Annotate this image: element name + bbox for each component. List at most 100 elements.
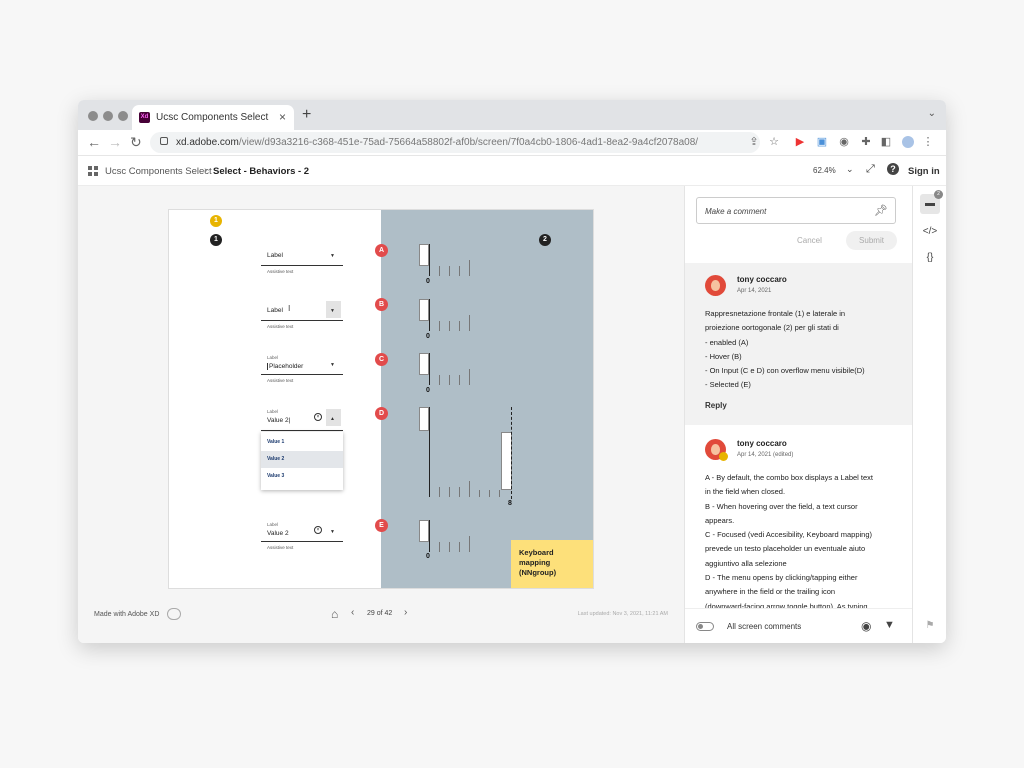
select-focused: Label Placeholder ▼ bbox=[261, 353, 343, 375]
url-host: xd.adobe.com bbox=[176, 137, 239, 148]
minimize-window-dot[interactable] bbox=[103, 111, 113, 121]
tick bbox=[459, 321, 460, 331]
tick bbox=[479, 490, 480, 497]
last-updated: Last updated: Nov 3, 2021, 11:21 AM bbox=[577, 611, 668, 617]
tick bbox=[449, 321, 450, 331]
cancel-button[interactable]: Cancel bbox=[797, 236, 822, 245]
xd-app-bar: Ucsc Components Select › Select - Behavi… bbox=[78, 157, 946, 186]
pin-icon[interactable]: 📌︎ bbox=[874, 204, 888, 217]
zoom-chevron-icon[interactable]: ⌄ bbox=[846, 164, 854, 175]
page-counter: 29 of 42 bbox=[367, 610, 393, 617]
comment-author: tony coccaro bbox=[737, 275, 787, 284]
comment-line: prevede un testo placeholder un eventual… bbox=[705, 544, 866, 554]
address-bar: ← → ↻ xd.adobe.com/view/d93a3216-c368-45… bbox=[78, 130, 946, 156]
comments-tab-icon[interactable]: ▬ 2 bbox=[920, 190, 943, 214]
tick bbox=[449, 375, 450, 385]
flag-icon[interactable]: ⚑ bbox=[920, 616, 940, 636]
camera-extension-icon[interactable]: ◉ bbox=[838, 136, 850, 148]
comment-input[interactable]: Make a comment 📌︎ bbox=[696, 197, 896, 224]
url-field[interactable]: xd.adobe.com/view/d93a3216-c368-451e-75a… bbox=[150, 132, 760, 153]
next-screen-icon[interactable]: › bbox=[404, 607, 407, 618]
grid-view-icon[interactable] bbox=[88, 166, 98, 176]
tick bbox=[439, 321, 440, 331]
menu-item-selected: Value 2 bbox=[261, 451, 343, 468]
browser-tab[interactable]: Xd Ucsc Components Select × bbox=[132, 105, 294, 130]
zoom-level[interactable]: 62.4% bbox=[813, 166, 836, 175]
select-label: Label bbox=[267, 307, 283, 314]
tick bbox=[439, 266, 440, 276]
all-screen-label: All screen comments bbox=[727, 622, 802, 631]
fullscreen-icon[interactable]: ⤢ bbox=[866, 163, 875, 176]
comment-line: (downward-facing arrow toggle button). A… bbox=[705, 601, 868, 608]
new-tab-icon[interactable]: + bbox=[302, 106, 311, 124]
submit-button[interactable]: Submit bbox=[846, 231, 897, 250]
select-selected: Label Value 2 × ▼ bbox=[261, 520, 343, 542]
breadcrumb-root[interactable]: Ucsc Components Select bbox=[105, 166, 212, 177]
dropdown-arrow-icon: ▼ bbox=[330, 529, 335, 535]
url-path: /view/d93a3216-c368-451e-75ad-75664a5880… bbox=[238, 137, 699, 148]
brackets-icon[interactable]: {} bbox=[920, 248, 940, 268]
tick bbox=[449, 266, 450, 276]
letter-b-badge: B bbox=[375, 298, 388, 311]
dropdown-arrow-icon: ▼ bbox=[330, 308, 335, 314]
forward-icon[interactable]: → bbox=[108, 134, 122, 150]
menu-item: Value 3 bbox=[267, 473, 285, 479]
comment-pin-marker[interactable]: 1 bbox=[210, 215, 222, 227]
close-tab-icon[interactable]: × bbox=[279, 110, 286, 124]
show-comments-icon[interactable]: ◉ bbox=[861, 619, 871, 633]
letter-a-badge: A bbox=[375, 244, 388, 257]
menu-item: Value 1 bbox=[267, 439, 285, 445]
comment-body: A - By default, the combo box displays a… bbox=[705, 471, 905, 608]
tab-title: Ucsc Components Select bbox=[156, 112, 269, 123]
play-extension-icon[interactable]: ▶ bbox=[794, 136, 806, 148]
tab-search-chevron-icon[interactable]: ⌄ bbox=[928, 108, 936, 119]
close-window-dot[interactable] bbox=[88, 111, 98, 121]
sidebar-panel-icon[interactable]: ◧ bbox=[880, 136, 892, 148]
help-icon[interactable]: ? bbox=[887, 163, 899, 175]
image-extension-icon[interactable]: ▣ bbox=[816, 136, 828, 148]
comment-line: aggiuntivo alla selezione bbox=[705, 558, 787, 568]
sign-in-link[interactable]: Sign in bbox=[908, 166, 940, 177]
home-icon[interactable]: ⌂ bbox=[331, 607, 338, 621]
back-icon[interactable]: ← bbox=[87, 134, 101, 150]
assistive-text: Assistive text bbox=[267, 545, 294, 550]
tick bbox=[469, 315, 470, 331]
share-icon[interactable]: ⇪ bbox=[748, 136, 760, 148]
reply-link[interactable]: Reply bbox=[705, 401, 727, 410]
tick bbox=[459, 487, 460, 497]
artboard: 1 1 Label ▼ Assistive text Label Ⅰ ▼ Ass… bbox=[168, 209, 594, 589]
puzzle-extensions-icon[interactable]: ✚ bbox=[860, 136, 872, 148]
code-icon[interactable]: </> bbox=[920, 222, 940, 242]
profile-avatar-icon[interactable] bbox=[902, 136, 914, 148]
label-lateral-view: 2 bbox=[539, 234, 551, 246]
side-bar-e bbox=[419, 520, 429, 542]
tick bbox=[469, 260, 470, 276]
canvas-footer: Made with Adobe XD ⌂ ‹ 29 of 42 › Last u… bbox=[78, 597, 684, 643]
tick bbox=[459, 375, 460, 385]
reload-icon[interactable]: ↻ bbox=[130, 134, 142, 151]
bookmark-star-icon[interactable]: ☆ bbox=[768, 136, 780, 148]
side-axis-a bbox=[429, 244, 430, 276]
letter-d-badge: D bbox=[375, 407, 388, 420]
side-dashed-line bbox=[511, 407, 512, 499]
tick bbox=[469, 369, 470, 385]
browser-menu-icon[interactable]: ⋮ bbox=[922, 136, 934, 148]
comments-footer: All screen comments ◉ ▼ bbox=[685, 608, 913, 643]
select-label: Label bbox=[267, 252, 283, 259]
maximize-window-dot[interactable] bbox=[118, 111, 128, 121]
select-small-label: Label bbox=[267, 409, 279, 414]
comment-line: C - Focused (vedi Accesibility, Keyboard… bbox=[705, 530, 873, 540]
select-small-label: Label bbox=[267, 522, 279, 527]
tick bbox=[469, 481, 470, 497]
select-hover: Label Ⅰ ▼ bbox=[261, 299, 343, 321]
tick bbox=[439, 375, 440, 385]
side-axis-e bbox=[429, 520, 430, 552]
clear-icon: × bbox=[314, 526, 322, 534]
tab-bar: Xd Ucsc Components Select × + ⌄ bbox=[78, 100, 946, 130]
lateral-view: A B C D E 2 0 0 0 8 0 bbox=[375, 210, 593, 588]
prev-screen-icon[interactable]: ‹ bbox=[351, 607, 354, 618]
all-screen-toggle[interactable] bbox=[696, 622, 714, 631]
comment-placeholder: Make a comment bbox=[705, 207, 767, 216]
filter-icon[interactable]: ▼ bbox=[884, 619, 895, 631]
dropdown-arrow-icon: ▼ bbox=[330, 253, 335, 259]
